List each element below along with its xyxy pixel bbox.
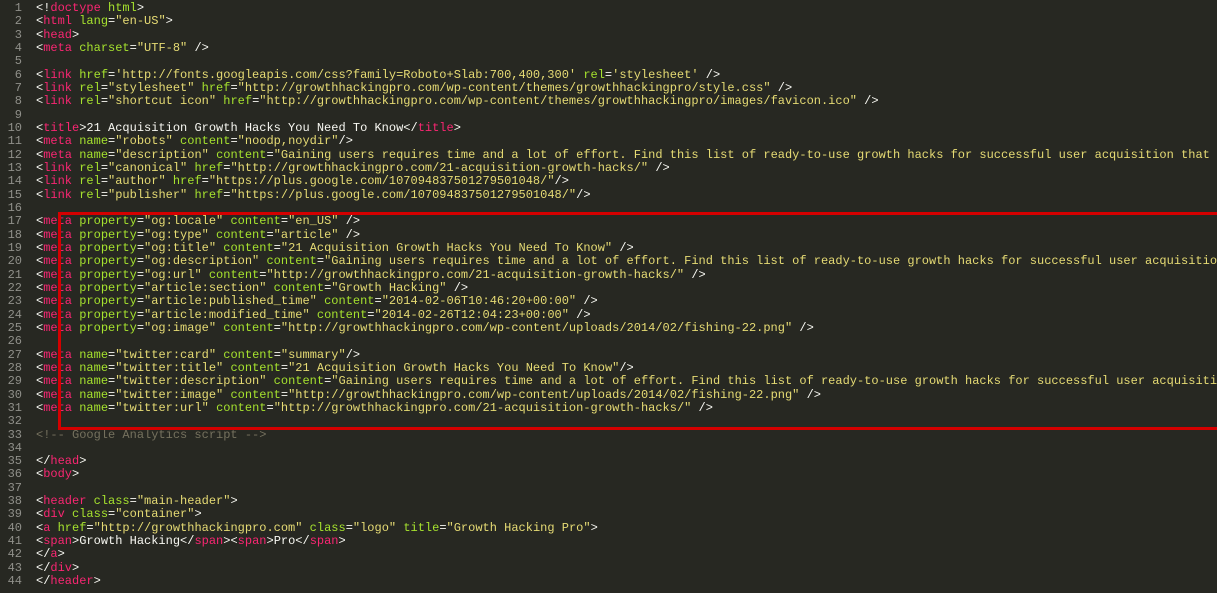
code-line[interactable]: <meta property="article:modified_time" c… [36,309,1217,322]
line-number: 44 [0,575,28,588]
code-line[interactable]: <meta name="twitter:title" content="21 A… [36,362,1217,375]
line-number: 9 [0,109,28,122]
code-area[interactable]: <!doctype html><html lang="en-US"><head>… [28,0,1217,593]
code-line[interactable] [36,482,1217,495]
line-number: 30 [0,389,28,402]
line-number: 42 [0,548,28,561]
code-line[interactable]: <a href="http://growthhackingpro.com" cl… [36,522,1217,535]
code-line[interactable]: <link rel="shortcut icon" href="http://g… [36,95,1217,108]
line-number: 19 [0,242,28,255]
code-line[interactable]: <link href='http://fonts.googleapis.com/… [36,69,1217,82]
line-number: 32 [0,415,28,428]
line-number: 6 [0,69,28,82]
code-line[interactable]: <meta name="twitter:description" content… [36,375,1217,388]
line-number: 24 [0,309,28,322]
line-number: 37 [0,482,28,495]
line-number: 12 [0,149,28,162]
line-number: 35 [0,455,28,468]
code-editor[interactable]: 1234567891011121314151617181920212223242… [0,0,1217,593]
line-number: 16 [0,202,28,215]
code-line[interactable]: <meta property="og:type" content="articl… [36,229,1217,242]
line-number: 40 [0,522,28,535]
code-line[interactable]: <meta charset="UTF-8" /> [36,42,1217,55]
line-number: 33 [0,429,28,442]
line-number: 18 [0,229,28,242]
line-number: 23 [0,295,28,308]
code-line[interactable]: <link rel="publisher" href="https://plus… [36,189,1217,202]
code-line[interactable]: <meta property="og:description" content=… [36,255,1217,268]
line-number: 21 [0,269,28,282]
code-line[interactable] [36,442,1217,455]
line-number: 11 [0,135,28,148]
code-line[interactable]: <meta property="og:image" content="http:… [36,322,1217,335]
code-line[interactable]: <div class="container"> [36,508,1217,521]
line-number: 34 [0,442,28,455]
code-line[interactable]: <meta name="robots" content="noodp,noydi… [36,135,1217,148]
code-line[interactable]: <html lang="en-US"> [36,15,1217,28]
line-number: 14 [0,175,28,188]
code-line[interactable]: <header class="main-header"> [36,495,1217,508]
code-line[interactable] [36,109,1217,122]
line-number: 20 [0,255,28,268]
line-number: 17 [0,215,28,228]
code-line[interactable]: <!-- Google Analytics script --> [36,429,1217,442]
line-number: 31 [0,402,28,415]
line-number: 4 [0,42,28,55]
code-line[interactable]: <meta property="article:published_time" … [36,295,1217,308]
code-line[interactable] [36,335,1217,348]
code-line[interactable]: <head> [36,29,1217,42]
line-number: 13 [0,162,28,175]
line-number: 28 [0,362,28,375]
code-line[interactable]: <span>Growth Hacking</span><span>Pro</sp… [36,535,1217,548]
code-line[interactable]: <link rel="author" href="https://plus.go… [36,175,1217,188]
line-number: 27 [0,349,28,362]
code-line[interactable]: </header> [36,575,1217,588]
code-line[interactable]: <meta name="description" content="Gainin… [36,149,1217,162]
code-line[interactable]: <link rel="canonical" href="http://growt… [36,162,1217,175]
code-line[interactable]: <meta name="twitter:card" content="summa… [36,349,1217,362]
line-number: 15 [0,189,28,202]
line-number: 43 [0,562,28,575]
code-line[interactable]: <body> [36,468,1217,481]
code-line[interactable]: </head> [36,455,1217,468]
line-number: 41 [0,535,28,548]
code-line[interactable]: <!doctype html> [36,2,1217,15]
line-number: 25 [0,322,28,335]
code-line[interactable] [36,415,1217,428]
line-number: 10 [0,122,28,135]
line-number: 3 [0,29,28,42]
line-number: 7 [0,82,28,95]
code-line[interactable]: <meta name="twitter:image" content="http… [36,389,1217,402]
code-line[interactable]: <meta property="og:locale" content="en_U… [36,215,1217,228]
code-line[interactable]: <meta property="article:section" content… [36,282,1217,295]
code-line[interactable]: <title>21 Acquisition Growth Hacks You N… [36,122,1217,135]
code-line[interactable]: <meta name="twitter:url" content="http:/… [36,402,1217,415]
line-number: 5 [0,55,28,68]
code-line[interactable]: <link rel="stylesheet" href="http://grow… [36,82,1217,95]
line-number: 1 [0,2,28,15]
code-line[interactable]: <meta property="og:url" content="http://… [36,269,1217,282]
code-line[interactable] [36,202,1217,215]
line-number-gutter: 1234567891011121314151617181920212223242… [0,0,28,593]
line-number: 36 [0,468,28,481]
line-number: 38 [0,495,28,508]
code-line[interactable] [36,55,1217,68]
code-line[interactable]: </a> [36,548,1217,561]
line-number: 26 [0,335,28,348]
line-number: 39 [0,508,28,521]
code-line[interactable]: </div> [36,562,1217,575]
line-number: 29 [0,375,28,388]
line-number: 8 [0,95,28,108]
code-line[interactable]: <meta property="og:title" content="21 Ac… [36,242,1217,255]
line-number: 22 [0,282,28,295]
line-number: 2 [0,15,28,28]
